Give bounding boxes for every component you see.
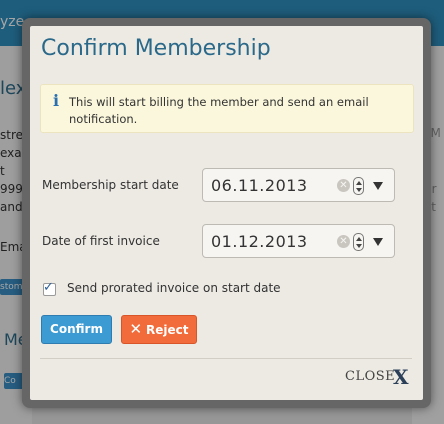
info-icon: i bbox=[52, 91, 60, 110]
reject-button-label: Reject bbox=[146, 323, 189, 337]
first-invoice-date-input[interactable]: 01.12.2013 ✕ bbox=[202, 224, 395, 258]
first-invoice-date-value[interactable]: 01.12.2013 bbox=[211, 232, 308, 251]
clear-icon[interactable]: ✕ bbox=[337, 235, 350, 248]
close-icon: ✕ bbox=[129, 320, 143, 338]
dropdown-arrow-icon[interactable] bbox=[373, 238, 383, 246]
prorated-invoice-checkbox[interactable]: ✓ bbox=[43, 280, 56, 296]
reject-button[interactable]: ✕ Reject bbox=[121, 315, 197, 344]
prorated-invoice-label[interactable]: Send prorated invoice on start date bbox=[67, 281, 281, 295]
spinner-icon[interactable] bbox=[353, 177, 364, 195]
spinner-icon[interactable] bbox=[353, 233, 364, 251]
info-text: This will start billing the member and s… bbox=[69, 95, 369, 126]
first-invoice-date-label: Date of first invoice bbox=[42, 234, 160, 248]
divider bbox=[40, 358, 412, 359]
membership-start-date-value[interactable]: 06.11.2013 bbox=[211, 176, 308, 195]
dialog-title: Confirm Membership bbox=[41, 36, 271, 61]
dropdown-arrow-icon[interactable] bbox=[373, 182, 383, 190]
confirm-membership-dialog: Confirm Membership i This will start bil… bbox=[22, 18, 431, 408]
membership-start-date-input[interactable]: 06.11.2013 ✕ bbox=[202, 168, 395, 202]
checkmark-icon: ✓ bbox=[43, 280, 54, 295]
close-icon[interactable]: X bbox=[393, 365, 409, 389]
dialog-body: Confirm Membership i This will start bil… bbox=[30, 26, 423, 400]
clear-icon[interactable]: ✕ bbox=[337, 179, 350, 192]
close-link[interactable]: CLOSE bbox=[345, 369, 395, 384]
info-notice: i This will start billing the member and… bbox=[40, 84, 414, 133]
confirm-button[interactable]: Confirm bbox=[41, 315, 112, 344]
membership-start-date-label: Membership start date bbox=[42, 178, 179, 192]
